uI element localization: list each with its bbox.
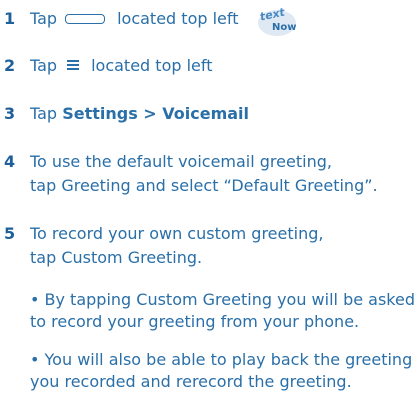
tap-label: Tap [30, 104, 58, 123]
location-label: located top left [91, 56, 213, 75]
voicemail-label: Voicemail [162, 104, 250, 123]
step-text: Tap Settings > Voicemail [30, 102, 249, 125]
bullet-1-line-2: to record your greeting from your phone. [30, 312, 360, 331]
tap-label: Tap [30, 56, 58, 75]
logo-text-bottom: Now [272, 22, 296, 33]
step-number: 3 [4, 104, 16, 123]
step-text-line-2: tap Custom Greeting. [30, 248, 203, 267]
step-number: 4 [4, 152, 16, 171]
bullet-1-line-1: • By tapping Custom Greeting you will be… [30, 290, 415, 309]
step-text: Tap located top left [30, 54, 213, 77]
settings-label: Settings [62, 104, 138, 123]
bullet-2-line-1: • You will also be able to play back the… [30, 350, 413, 369]
separator: > [137, 104, 163, 123]
step-number: 2 [4, 56, 16, 75]
location-label: located top left [117, 9, 239, 28]
step-text-line-2: tap Greeting and select “Default Greetin… [30, 176, 378, 195]
step-text: Tap located top left [30, 7, 239, 30]
rounded-rect-icon [65, 13, 106, 24]
tap-label: Tap [30, 9, 58, 28]
textnow-logo-icon: text Now [258, 5, 296, 36]
step-number: 1 [4, 9, 16, 28]
step-text-line-1: To use the default voicemail greeting, [30, 152, 332, 171]
bullet-2-line-2: you recorded and rerecord the greeting. [30, 372, 352, 391]
hamburger-menu-icon [67, 58, 80, 72]
step-number: 5 [4, 224, 16, 243]
step-text-line-1: To record your own custom greeting, [30, 224, 324, 243]
